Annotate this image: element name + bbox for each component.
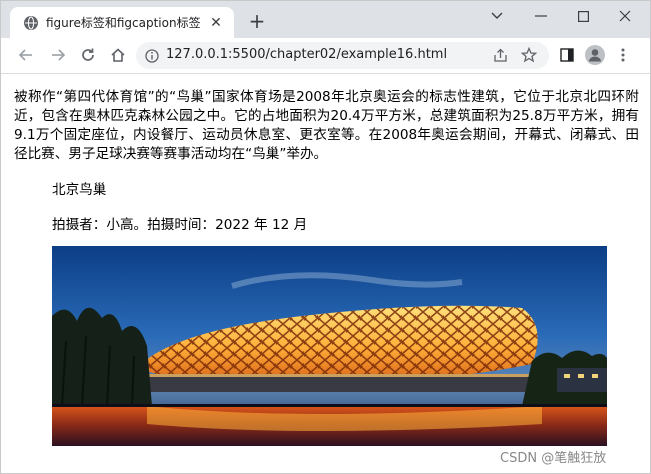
forward-arrow-icon[interactable] [45, 42, 71, 68]
home-icon[interactable] [105, 42, 131, 68]
browser-toolbar: 127.0.0.1:5500/chapter02/example16.html [1, 38, 650, 74]
url-text: 127.0.0.1:5500/chapter02/example16.html [166, 47, 448, 62]
globe-icon [24, 15, 38, 30]
new-tab-button[interactable]: + [245, 10, 269, 34]
tab-strip: figure标签和figcaption标签 ✕ + [1, 1, 650, 38]
reload-icon[interactable] [75, 42, 101, 68]
figure-meta: 拍摄者：小高。拍摄时间：2022 年 12 月 [52, 217, 308, 233]
minimize-icon[interactable] [519, 1, 563, 31]
address-bar[interactable]: 127.0.0.1:5500/chapter02/example16.html [136, 42, 549, 69]
tab-search-icon[interactable] [475, 1, 519, 31]
watermark: CSDN @笔触狂放 [500, 451, 607, 466]
stadium-photo [52, 246, 607, 446]
tab-active[interactable]: figure标签和figcaption标签 ✕ [10, 7, 234, 38]
profile-avatar[interactable] [582, 42, 608, 68]
close-window-icon[interactable] [603, 1, 647, 31]
tab-close-icon[interactable]: ✕ [208, 15, 224, 31]
sidebar-toggle-icon[interactable] [554, 42, 580, 68]
back-arrow-icon[interactable] [13, 42, 39, 68]
page-content: 被称作“第四代体育馆”的“鸟巢”国家体育场是2008年北京奥运会的标志性建筑，它… [1, 74, 650, 473]
tab-title: figure标签和figcaption标签 [46, 16, 201, 30]
intro-paragraph: 被称作“第四代体育馆”的“鸟巢”国家体育场是2008年北京奥运会的标志性建筑，它… [14, 89, 639, 162]
figure-caption: 北京鸟巢 [52, 182, 107, 198]
bookmark-star-icon[interactable] [520, 46, 538, 67]
browser-window: figure标签和figcaption标签 ✕ + 127.0.0.1:5500… [0, 0, 651, 474]
info-icon[interactable] [145, 48, 159, 63]
maximize-icon[interactable] [561, 1, 605, 31]
more-menu-icon[interactable] [610, 42, 636, 68]
share-icon[interactable] [493, 48, 508, 67]
